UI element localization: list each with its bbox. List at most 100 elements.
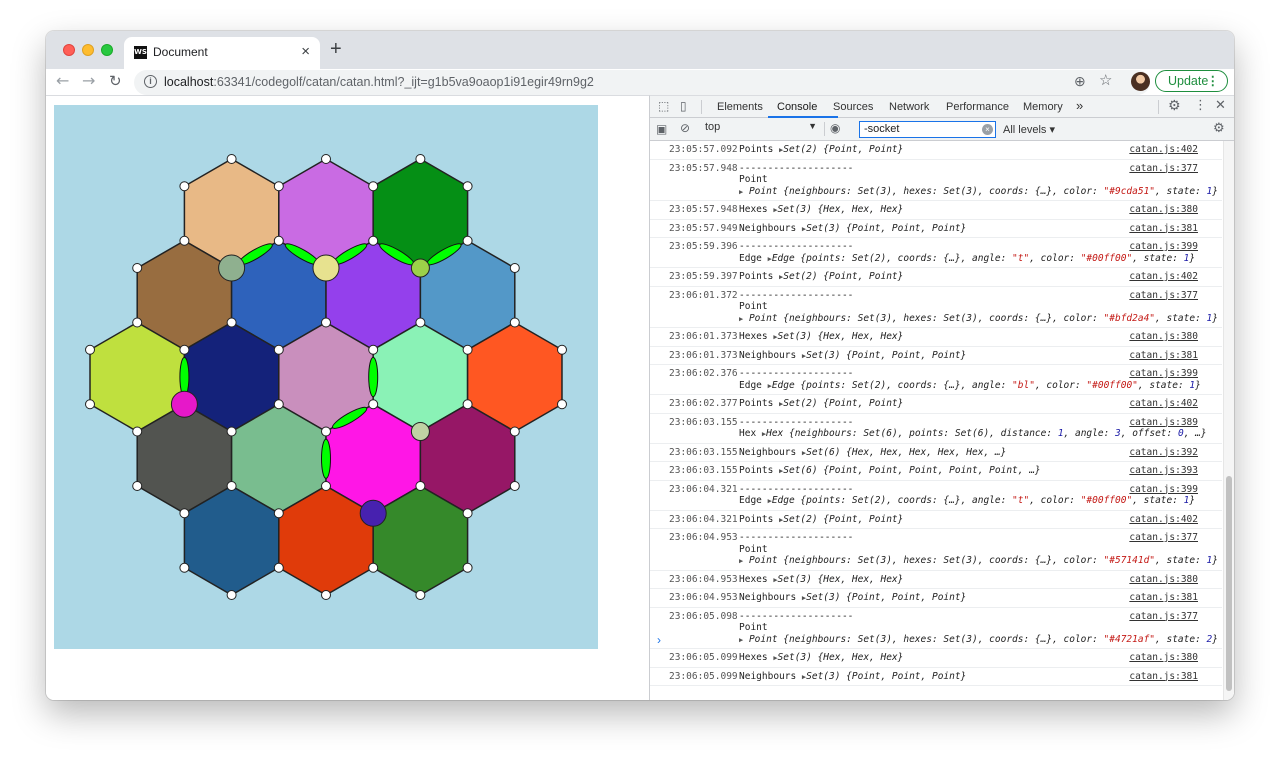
catan-board-canvas[interactable] <box>54 105 598 649</box>
vertex-point[interactable] <box>462 508 473 519</box>
vertex-point[interactable] <box>462 562 473 573</box>
tab-close-icon[interactable]: × <box>301 43 310 60</box>
vertex-point[interactable] <box>132 263 143 273</box>
vertex-point[interactable] <box>273 235 284 246</box>
vertex-point[interactable] <box>509 426 520 437</box>
vertex-point[interactable] <box>85 344 96 355</box>
settlement-point[interactable] <box>359 499 387 527</box>
vertex-point[interactable] <box>321 481 331 491</box>
source-link[interactable]: catan.js:402 <box>1129 271 1198 282</box>
vertex-point[interactable] <box>132 317 143 328</box>
settings-gear-icon[interactable]: ⚙ <box>1168 98 1181 114</box>
source-link[interactable]: catan.js:381 <box>1129 223 1198 234</box>
profile-avatar[interactable] <box>1131 72 1150 91</box>
vertex-point[interactable] <box>179 181 190 192</box>
tab-network[interactable]: Network <box>889 101 929 113</box>
vertex-point[interactable] <box>226 481 237 491</box>
vertex-point[interactable] <box>462 235 473 246</box>
tab-performance[interactable]: Performance <box>946 101 1009 113</box>
vertex-point[interactable] <box>179 344 190 355</box>
settlement-point[interactable] <box>170 390 198 418</box>
vertex-point[interactable] <box>368 399 379 410</box>
road-edge[interactable] <box>368 356 379 398</box>
vertex-point[interactable] <box>415 481 426 491</box>
source-link[interactable]: catan.js:392 <box>1129 447 1198 458</box>
tab-sources[interactable]: Sources <box>833 101 873 113</box>
inspect-element-icon[interactable]: ⬚ <box>658 99 669 113</box>
vertex-point[interactable] <box>556 399 567 410</box>
tab-console[interactable]: Console <box>777 101 817 113</box>
log-levels-select[interactable]: All levels ▾ <box>1003 123 1055 136</box>
vertex-point[interactable] <box>85 399 96 410</box>
vertex-point[interactable] <box>273 508 284 519</box>
vertex-point[interactable] <box>462 344 473 355</box>
context-select[interactable]: top ▼ <box>705 121 817 137</box>
browser-tab[interactable]: WS Document × <box>124 37 320 69</box>
source-link[interactable]: catan.js:402 <box>1129 398 1198 409</box>
address-bar[interactable]: i localhost:63341/codegolf/catan/catan.h… <box>134 70 1150 95</box>
source-link[interactable]: catan.js:399 <box>1129 368 1198 379</box>
vertex-point[interactable] <box>509 317 520 328</box>
window-maximize-button[interactable] <box>101 44 113 56</box>
clear-filter-icon[interactable]: × <box>982 124 993 135</box>
clear-console-icon[interactable]: ⊘ <box>680 121 690 135</box>
scrollbar-thumb[interactable] <box>1226 476 1232 691</box>
vertex-point[interactable] <box>509 263 520 273</box>
source-link[interactable]: catan.js:381 <box>1129 350 1198 361</box>
console-filter-input[interactable]: -socket <box>859 121 996 138</box>
device-toolbar-icon[interactable]: ▯ <box>680 99 687 113</box>
vertex-point[interactable] <box>321 317 331 328</box>
back-arrow-icon[interactable]: ← <box>56 71 69 90</box>
zoom-icon[interactable]: ⊕ <box>1074 73 1086 90</box>
catan-board[interactable] <box>54 105 598 649</box>
bookmark-star-icon[interactable]: ☆ <box>1099 71 1112 89</box>
vertex-point[interactable] <box>179 562 190 573</box>
vertex-point[interactable] <box>226 590 237 600</box>
source-link[interactable]: catan.js:380 <box>1129 652 1198 663</box>
window-minimize-button[interactable] <box>82 44 94 56</box>
source-link[interactable]: catan.js:402 <box>1129 514 1198 525</box>
more-vert-icon[interactable]: ⋮ <box>1194 98 1207 113</box>
vertex-point[interactable] <box>132 426 143 437</box>
vertex-point[interactable] <box>273 344 284 355</box>
vertex-point[interactable] <box>415 590 426 600</box>
road-edge[interactable] <box>321 438 331 479</box>
vertex-point[interactable] <box>509 481 520 491</box>
vertex-point[interactable] <box>368 235 379 246</box>
info-icon[interactable]: i <box>144 75 157 88</box>
source-link[interactable]: catan.js:393 <box>1129 465 1198 476</box>
source-link[interactable]: catan.js:377 <box>1129 290 1198 301</box>
console-settings-gear-icon[interactable]: ⚙ <box>1213 121 1225 136</box>
source-link[interactable]: catan.js:381 <box>1129 592 1198 603</box>
source-link[interactable]: catan.js:377 <box>1129 532 1198 543</box>
vertex-point[interactable] <box>415 317 426 328</box>
vertex-point[interactable] <box>226 317 237 328</box>
vertex-point[interactable] <box>132 481 143 491</box>
vertex-point[interactable] <box>273 562 284 573</box>
url-text[interactable]: localhost:63341/codegolf/catan/catan.htm… <box>164 75 594 89</box>
live-expression-eye-icon[interactable]: ◉ <box>830 121 840 135</box>
road-edge[interactable] <box>179 356 190 398</box>
vertex-point[interactable] <box>462 399 473 410</box>
vertex-point[interactable] <box>179 508 190 519</box>
settlement-point[interactable] <box>218 254 246 282</box>
source-link[interactable]: catan.js:381 <box>1129 671 1198 682</box>
new-tab-button[interactable]: + <box>330 39 342 59</box>
source-link[interactable]: catan.js:402 <box>1129 144 1198 155</box>
source-link[interactable]: catan.js:380 <box>1129 204 1198 215</box>
vertex-point[interactable] <box>368 344 379 355</box>
settlement-point[interactable] <box>410 258 430 278</box>
sidebar-toggle-icon[interactable]: ▣ <box>656 122 667 136</box>
source-link[interactable]: catan.js:389 <box>1129 417 1198 428</box>
vertex-point[interactable] <box>321 590 331 600</box>
source-link[interactable]: catan.js:380 <box>1129 574 1198 585</box>
settlement-point[interactable] <box>312 254 340 282</box>
tab-elements[interactable]: Elements <box>717 101 763 113</box>
vertex-point[interactable] <box>273 399 284 410</box>
vertex-point[interactable] <box>462 181 473 192</box>
tab-memory[interactable]: Memory <box>1023 101 1063 113</box>
vertex-point[interactable] <box>368 181 379 192</box>
source-link[interactable]: catan.js:380 <box>1129 331 1198 342</box>
more-tabs-icon[interactable]: » <box>1076 98 1083 113</box>
vertex-point[interactable] <box>226 154 237 164</box>
